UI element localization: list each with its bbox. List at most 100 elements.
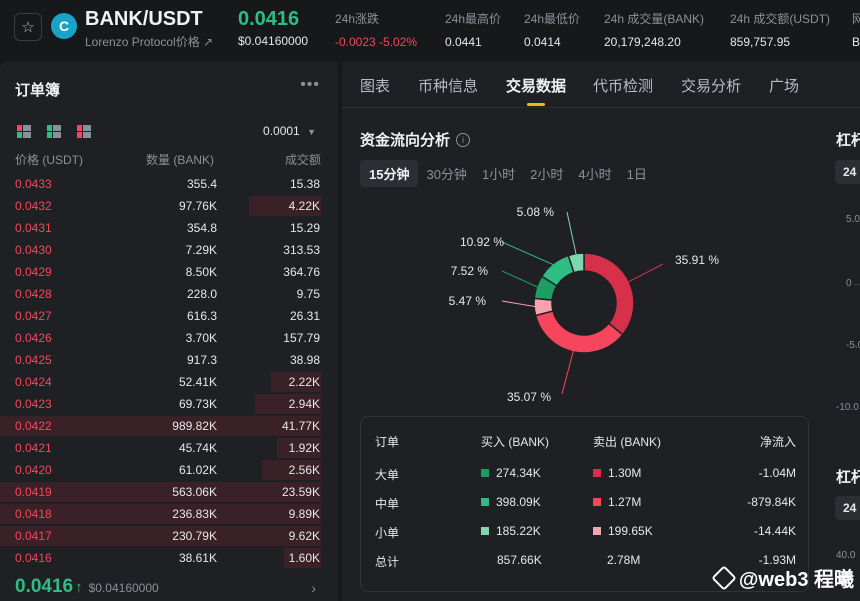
row-total: 15.29 (289, 221, 320, 235)
row-price: 0.0431 (15, 221, 52, 235)
donut-slice[interactable] (583, 252, 635, 336)
order-book-panel: 订单簿 ••• 0.0001 ▼ 价格 (USDT) 数量 (BANK) 成交额… (0, 62, 338, 601)
row-total: 157.79 (283, 331, 320, 345)
slice-leader-line (566, 211, 577, 256)
order-book-row[interactable]: 0.0430 7.29K 313.53 (0, 239, 338, 261)
trading-pair[interactable]: BANK/USDT (85, 8, 203, 31)
order-book-row[interactable]: 0.0432 97.76K 4.22K (0, 195, 338, 217)
footer-price: 0.0416 (15, 576, 74, 597)
row-total: 1.60K (288, 551, 320, 565)
row-sell: 1.27M (593, 495, 641, 509)
sell-color-swatch (593, 498, 601, 506)
header-buy: 买入 (BANK) (481, 435, 550, 449)
donut-slice[interactable] (534, 310, 624, 354)
order-book-row[interactable]: 0.0418 236.83K 9.89K (0, 503, 338, 525)
order-book-row[interactable]: 0.0416 38.61K 1.60K (0, 547, 338, 569)
stat-label: 24h最低价 (524, 12, 581, 26)
row-buy: 185.22K (481, 524, 541, 538)
stat-24h-change: 24h涨跌 -0.0023 -5.02% (335, 10, 417, 49)
row-net: -1.04M (758, 466, 796, 480)
header-order: 订单 (375, 435, 400, 449)
tab-square[interactable]: 广场 (769, 75, 799, 96)
period-15m[interactable]: 15分钟 (360, 160, 419, 187)
row-buy-value: 398.09K (496, 495, 541, 509)
row-qty: 355.4 (186, 177, 217, 191)
panel-tabs: 图表 币种信息 交易数据 代币检测 交易分析 广场 (342, 62, 860, 108)
coin-logo-icon: C (51, 13, 77, 39)
row-qty: 69.73K (178, 397, 217, 411)
order-book-row[interactable]: 0.0424 52.41K 2.22K (0, 371, 338, 393)
coin-price-link[interactable]: Lorenzo Protocol价格 ↗ (85, 33, 213, 50)
order-book-rows: 0.0433 355.4 15.38 0.0432 97.76K 4.22K 0.0431 3… (0, 173, 338, 569)
order-book-row[interactable]: 0.0428 228.0 9.75 (0, 283, 338, 305)
period-1d[interactable]: 1日 (627, 160, 656, 187)
watermark-text: @web3 程曦 (738, 569, 854, 591)
favorite-star-icon[interactable]: ☆ (14, 13, 42, 41)
row-total: 41.77K (281, 419, 320, 433)
stat-value: -0.0023 -5.02% (335, 35, 418, 49)
tab-trade-analysis[interactable]: 交易分析 (681, 75, 741, 96)
order-book-row[interactable]: 0.0425 917.3 38.98 (0, 349, 338, 371)
col-total: 成交额 (284, 153, 321, 167)
row-qty: 354.8 (186, 221, 217, 235)
row-qty: 38.61K (178, 551, 217, 565)
view-buy-icon[interactable] (47, 125, 61, 138)
leverage-period-chip[interactable]: 24 (835, 160, 860, 184)
order-book-row[interactable]: 0.0426 3.70K 157.79 (0, 327, 338, 349)
row-total: 9.89K (288, 507, 320, 521)
order-book-row[interactable]: 0.0422 989.82K 41.77K (0, 415, 338, 437)
period-1h[interactable]: 1小时 (482, 160, 524, 187)
info-icon[interactable]: i (456, 132, 471, 147)
row-qty: 228.0 (186, 287, 217, 301)
order-book-row[interactable]: 0.0427 616.3 26.31 (0, 305, 338, 327)
row-price: 0.0423 (15, 397, 52, 411)
row-price: 0.0417 (15, 529, 52, 543)
row-qty: 616.3 (186, 309, 217, 323)
order-book-row[interactable]: 0.0419 563.06K 23.59K (0, 481, 338, 503)
period-4h[interactable]: 4小时 (578, 160, 620, 187)
header-net: 净流入 (759, 435, 796, 449)
row-total: 15.38 (289, 177, 320, 191)
market-header: ☆ C BANK/USDT Lorenzo Protocol价格 ↗ 0.041… (0, 0, 860, 58)
precision-select[interactable]: 0.0001 ▼ (263, 124, 316, 138)
row-sell: 2.78M (607, 553, 640, 567)
sell-color-swatch (593, 469, 601, 477)
order-book-row[interactable]: 0.0421 45.74K 1.92K (0, 437, 338, 459)
watermark: @web3 程曦 (711, 563, 854, 592)
row-total: 9.75 (296, 287, 320, 301)
period-2h[interactable]: 2小时 (530, 160, 572, 187)
order-book-row[interactable]: 0.0429 8.50K 364.76 (0, 261, 338, 283)
tab-trading-data[interactable]: 交易数据 (506, 75, 566, 96)
order-book-row[interactable]: 0.0420 61.02K 2.56K (0, 459, 338, 481)
slice-label: 5.47 % (449, 294, 487, 308)
row-qty: 917.3 (186, 353, 217, 367)
row-price: 0.0429 (15, 265, 52, 279)
view-both-icon[interactable] (17, 125, 31, 138)
chevron-right-icon[interactable]: › (311, 580, 316, 596)
order-book-row[interactable]: 0.0423 69.73K 2.94K (0, 393, 338, 415)
tab-coin-info[interactable]: 币种信息 (418, 75, 478, 96)
more-options-icon[interactable]: ••• (300, 76, 320, 94)
row-qty: 989.82K (172, 419, 217, 433)
leverage-title: 杠杆 (836, 132, 860, 149)
order-book-row[interactable]: 0.0417 230.79K 9.62K (0, 525, 338, 547)
view-sell-icon[interactable] (77, 125, 91, 138)
buy-color-swatch (481, 469, 489, 477)
period-30m[interactable]: 30分钟 (426, 160, 475, 187)
tab-chart[interactable]: 图表 (360, 75, 390, 96)
stat-label: 24h涨跌 (335, 12, 380, 26)
stat-24h-turnover: 24h 成交额(USDT) 859,757.95 (730, 10, 830, 49)
order-book-row[interactable]: 0.0431 354.8 15.29 (0, 217, 338, 239)
fund-flow-donut-chart: 35.91 % 35.07 % 5.47 % 7.52 % 10.92 % 5.08 % (449, 205, 720, 402)
buy-color-swatch (481, 527, 489, 535)
row-price: 0.0424 (15, 375, 52, 389)
slice-leader-line (501, 241, 555, 266)
leverage-period-chip-2[interactable]: 24 (835, 496, 860, 520)
slice-leader-line (627, 263, 664, 283)
row-price: 0.0420 (15, 463, 52, 477)
row-net: -879.84K (747, 495, 796, 509)
row-qty: 61.02K (178, 463, 217, 477)
tab-token-check[interactable]: 代币检测 (593, 75, 653, 96)
order-book-row[interactable]: 0.0433 355.4 15.38 (0, 173, 338, 195)
row-buy-value: 857.66K (497, 553, 542, 567)
